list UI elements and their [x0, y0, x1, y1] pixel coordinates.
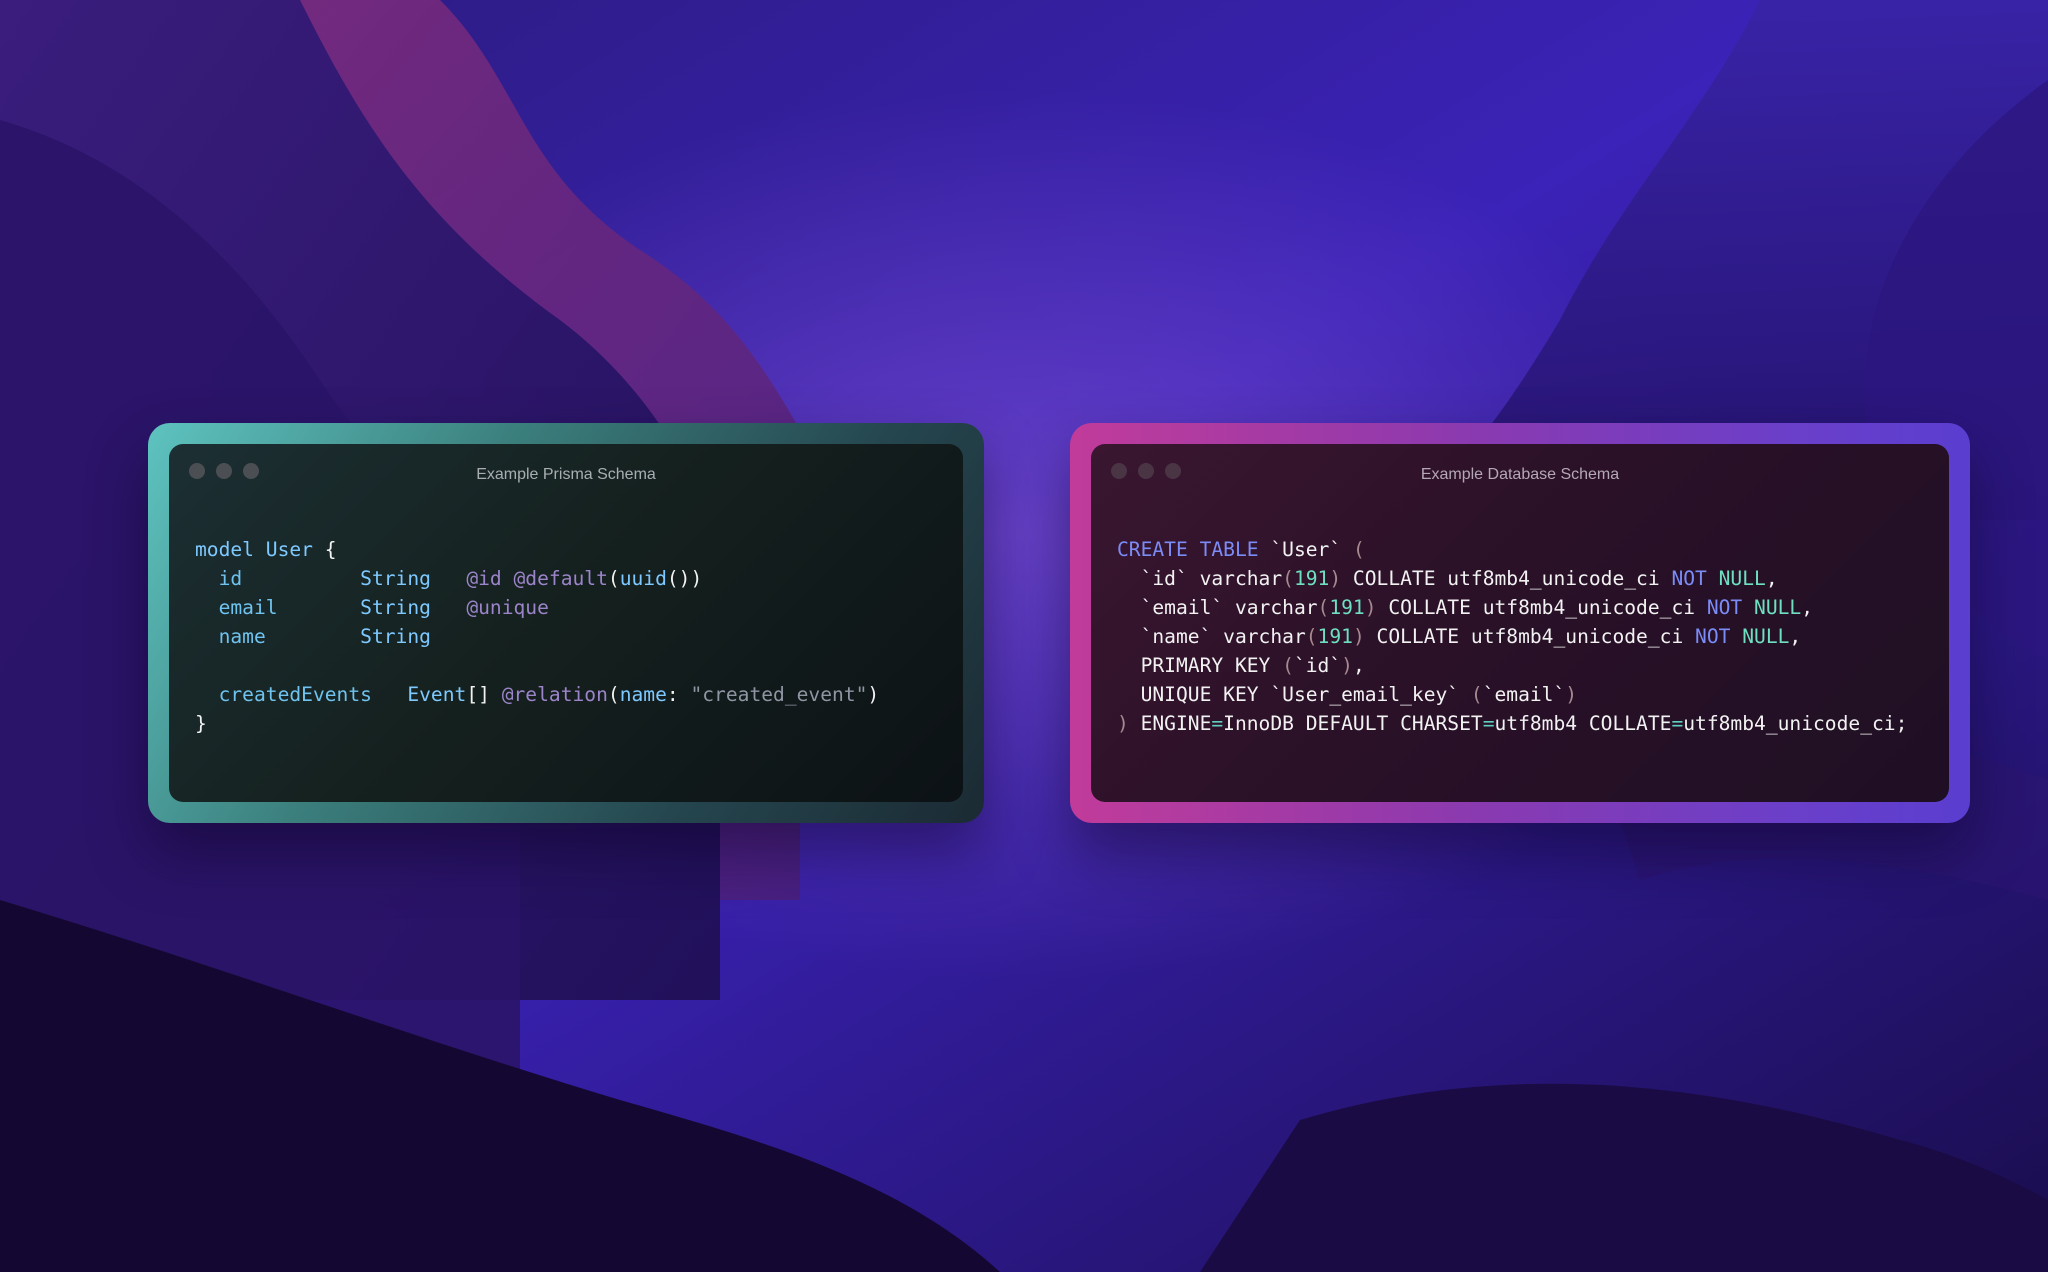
code-line: }: [195, 709, 879, 738]
code-token: utf8mb4 COLLATE: [1494, 712, 1672, 735]
window-title: Example Prisma Schema: [476, 466, 656, 483]
code-token: :: [666, 683, 691, 706]
code-token: `email`: [1482, 683, 1566, 706]
code-token: ): [1565, 683, 1578, 706]
code-token: createdEvents: [195, 683, 408, 706]
code-token: COLLATE utf8mb4_unicode_ci: [1364, 625, 1696, 648]
code-token: PRIMARY KEY: [1117, 654, 1283, 677]
code-token: @id @default: [466, 567, 608, 590]
code-token: `User`: [1270, 538, 1353, 561]
code-token: User: [265, 538, 313, 561]
code-line: `id` varchar(191) COLLATE utf8mb4_unicod…: [1117, 564, 1907, 593]
database-schema-window: Example Database Schema CREATE TABLE `Us…: [1091, 444, 1949, 802]
code-token: `email` varchar: [1117, 596, 1318, 619]
code-token: {: [312, 538, 337, 561]
code-line: email String @unique: [195, 593, 879, 622]
code-token: ): [1341, 654, 1353, 677]
code-token: email: [195, 596, 361, 619]
code-token: 191: [1317, 625, 1353, 648]
code-token: utf8mb4_unicode_ci;: [1683, 712, 1908, 735]
code-token: (: [1317, 596, 1330, 619]
code-line: UNIQUE KEY `User_email_key` (`email`): [1117, 680, 1907, 709]
prisma-schema-card: Example Prisma Schema model User { id St…: [148, 423, 984, 823]
code-token: name: [619, 683, 667, 706]
database-schema-card: Example Database Schema CREATE TABLE `Us…: [1070, 423, 1970, 823]
code-token: NULL: [1742, 625, 1790, 648]
code-line: PRIMARY KEY (`id`),: [1117, 651, 1907, 680]
sql-code-block: CREATE TABLE `User` ( `id` varchar(191) …: [1117, 535, 1907, 738]
code-token: Event: [407, 683, 467, 706]
code-token: ENGINE: [1128, 712, 1212, 735]
code-token: (: [607, 683, 620, 706]
code-token: []: [466, 683, 502, 706]
code-token: (: [1282, 567, 1294, 590]
code-token: String: [360, 625, 431, 648]
code-token: NOT: [1695, 625, 1731, 648]
code-line: id String @id @default(uuid()): [195, 564, 879, 593]
code-line: CREATE TABLE `User` (: [1117, 535, 1907, 564]
code-token: `name` varchar: [1117, 625, 1306, 648]
code-token: name: [195, 625, 361, 648]
code-token: }: [195, 712, 207, 735]
code-token: =: [1482, 712, 1495, 735]
code-token: @unique: [466, 596, 549, 619]
code-token: UNIQUE KEY `User_email_key`: [1117, 683, 1471, 706]
code-token: uuid: [619, 567, 667, 590]
code-token: ): [1364, 596, 1377, 619]
code-line: model User {: [195, 535, 879, 564]
code-token: `id` varchar: [1117, 567, 1283, 590]
code-token: ,: [1789, 625, 1802, 648]
code-token: ,: [1765, 567, 1778, 590]
code-token: (: [1305, 625, 1318, 648]
code-line: `name` varchar(191) COLLATE utf8mb4_unic…: [1117, 622, 1907, 651]
code-token: NULL: [1754, 596, 1802, 619]
prisma-code-block: model User { id String @id @default(uuid…: [195, 535, 879, 738]
code-token: (: [1470, 683, 1483, 706]
code-token: id: [195, 567, 361, 590]
code-token: (: [1352, 538, 1365, 561]
window-titlebar: Example Database Schema: [1091, 444, 1949, 506]
code-token: (: [607, 567, 620, 590]
prisma-schema-window: Example Prisma Schema model User { id St…: [169, 444, 963, 802]
code-line: `email` varchar(191) COLLATE utf8mb4_uni…: [1117, 593, 1907, 622]
code-token: (: [1282, 654, 1294, 677]
code-token: `id`: [1293, 654, 1342, 677]
code-token: InnoDB DEFAULT CHARSET: [1223, 712, 1483, 735]
code-token: ,: [1801, 596, 1814, 619]
code-token: NOT: [1706, 596, 1743, 619]
code-token: ): [1329, 567, 1342, 590]
code-token: ): [867, 683, 880, 706]
code-token: "created_event": [690, 683, 868, 706]
code-line: ) ENGINE=InnoDB DEFAULT CHARSET=utf8mb4 …: [1117, 709, 1907, 738]
code-token: ): [1352, 625, 1365, 648]
code-token: ()): [666, 567, 703, 590]
window-titlebar: Example Prisma Schema: [169, 444, 963, 506]
code-token: String: [360, 596, 431, 619]
code-token: 191: [1329, 596, 1365, 619]
window-title: Example Database Schema: [1420, 466, 1620, 483]
code-token: @relation: [501, 683, 608, 706]
code-token: String: [360, 567, 431, 590]
code-line: name String: [195, 622, 879, 651]
code-token: ): [1117, 712, 1129, 735]
code-token: COLLATE utf8mb4_unicode_ci: [1376, 596, 1707, 619]
code-line: createdEvents Event[] @relation(name: "c…: [195, 680, 880, 709]
code-token: NULL: [1718, 567, 1766, 590]
code-token: NOT: [1671, 567, 1707, 590]
code-token: =: [1211, 712, 1224, 735]
code-token: ,: [1352, 654, 1365, 677]
code-token: model: [195, 538, 266, 561]
code-token: COLLATE utf8mb4_unicode_ci: [1341, 567, 1672, 590]
code-token: 191: [1293, 567, 1330, 590]
code-token: CREATE TABLE: [1117, 538, 1271, 561]
code-token: =: [1671, 712, 1684, 735]
